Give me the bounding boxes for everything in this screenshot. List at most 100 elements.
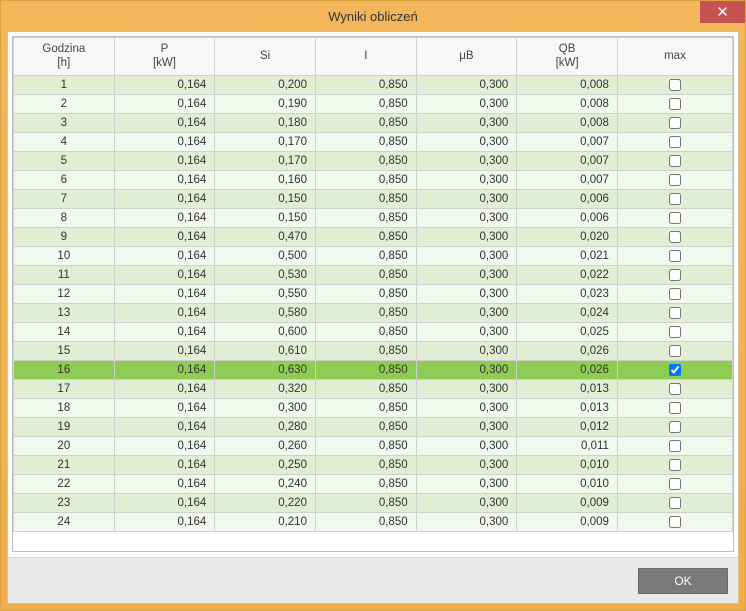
- max-checkbox[interactable]: [669, 421, 681, 433]
- table-row[interactable]: 170,1640,3200,8500,3000,013: [14, 379, 733, 398]
- cell-ub: 0,300: [416, 265, 517, 284]
- cell-hour: 11: [14, 265, 115, 284]
- max-checkbox[interactable]: [669, 307, 681, 319]
- cell-ub: 0,300: [416, 208, 517, 227]
- max-checkbox[interactable]: [669, 345, 681, 357]
- cell-max: [617, 246, 732, 265]
- col-ub[interactable]: μB: [416, 38, 517, 76]
- max-checkbox[interactable]: [669, 117, 681, 129]
- cell-ub: 0,300: [416, 246, 517, 265]
- footer-bar: OK: [8, 557, 738, 603]
- cell-i: 0,850: [315, 132, 416, 151]
- cell-max: [617, 265, 732, 284]
- table-row[interactable]: 100,1640,5000,8500,3000,021: [14, 246, 733, 265]
- close-button[interactable]: ✕: [700, 1, 745, 23]
- cell-si: 0,320: [215, 379, 316, 398]
- max-checkbox[interactable]: [669, 383, 681, 395]
- col-si[interactable]: Si: [215, 38, 316, 76]
- cell-qb: 0,021: [517, 246, 618, 265]
- max-checkbox[interactable]: [669, 402, 681, 414]
- table-row[interactable]: 30,1640,1800,8500,3000,008: [14, 113, 733, 132]
- table-row[interactable]: 60,1640,1600,8500,3000,007: [14, 170, 733, 189]
- max-checkbox[interactable]: [669, 98, 681, 110]
- cell-hour: 20: [14, 436, 115, 455]
- table-row[interactable]: 200,1640,2600,8500,3000,011: [14, 436, 733, 455]
- max-checkbox[interactable]: [669, 516, 681, 528]
- cell-qb: 0,026: [517, 341, 618, 360]
- cell-hour: 23: [14, 493, 115, 512]
- cell-i: 0,850: [315, 170, 416, 189]
- max-checkbox[interactable]: [669, 136, 681, 148]
- table-row[interactable]: 40,1640,1700,8500,3000,007: [14, 132, 733, 151]
- max-checkbox[interactable]: [669, 364, 681, 376]
- cell-hour: 14: [14, 322, 115, 341]
- table-row[interactable]: 80,1640,1500,8500,3000,006: [14, 208, 733, 227]
- cell-hour: 7: [14, 189, 115, 208]
- table-row[interactable]: 180,1640,3000,8500,3000,013: [14, 398, 733, 417]
- table-row[interactable]: 210,1640,2500,8500,3000,010: [14, 455, 733, 474]
- table-row[interactable]: 120,1640,5500,8500,3000,023: [14, 284, 733, 303]
- cell-qb: 0,022: [517, 265, 618, 284]
- table-row[interactable]: 240,1640,2100,8500,3000,009: [14, 512, 733, 531]
- cell-max: [617, 379, 732, 398]
- table-row[interactable]: 110,1640,5300,8500,3000,022: [14, 265, 733, 284]
- table-row[interactable]: 50,1640,1700,8500,3000,007: [14, 151, 733, 170]
- table-row[interactable]: 10,1640,2000,8500,3000,008: [14, 75, 733, 94]
- max-checkbox[interactable]: [669, 288, 681, 300]
- col-max[interactable]: max: [617, 38, 732, 76]
- max-checkbox[interactable]: [669, 459, 681, 471]
- max-checkbox[interactable]: [669, 193, 681, 205]
- table-row[interactable]: 20,1640,1900,8500,3000,008: [14, 94, 733, 113]
- cell-hour: 24: [14, 512, 115, 531]
- ok-button[interactable]: OK: [638, 568, 728, 594]
- cell-max: [617, 436, 732, 455]
- table-row[interactable]: 220,1640,2400,8500,3000,010: [14, 474, 733, 493]
- col-i-label: I: [364, 50, 367, 62]
- table-row[interactable]: 190,1640,2800,8500,3000,012: [14, 417, 733, 436]
- col-p[interactable]: P[kW]: [114, 38, 215, 76]
- cell-i: 0,850: [315, 474, 416, 493]
- max-checkbox[interactable]: [669, 155, 681, 167]
- table-row[interactable]: 70,1640,1500,8500,3000,006: [14, 189, 733, 208]
- max-checkbox[interactable]: [669, 497, 681, 509]
- cell-ub: 0,300: [416, 398, 517, 417]
- max-checkbox[interactable]: [669, 269, 681, 281]
- content-area: Godzina[h] P[kW] Si I μB QB[kW] max 10,1…: [7, 31, 739, 604]
- cell-p: 0,164: [114, 151, 215, 170]
- cell-ub: 0,300: [416, 284, 517, 303]
- max-checkbox[interactable]: [669, 326, 681, 338]
- cell-si: 0,200: [215, 75, 316, 94]
- cell-si: 0,240: [215, 474, 316, 493]
- cell-ub: 0,300: [416, 75, 517, 94]
- max-checkbox[interactable]: [669, 174, 681, 186]
- col-qb[interactable]: QB[kW]: [517, 38, 618, 76]
- table-row[interactable]: 90,1640,4700,8500,3000,020: [14, 227, 733, 246]
- col-hour[interactable]: Godzina[h]: [14, 38, 115, 76]
- cell-qb: 0,007: [517, 170, 618, 189]
- table-row[interactable]: 140,1640,6000,8500,3000,025: [14, 322, 733, 341]
- cell-max: [617, 341, 732, 360]
- cell-qb: 0,011: [517, 436, 618, 455]
- cell-i: 0,850: [315, 189, 416, 208]
- cell-qb: 0,008: [517, 75, 618, 94]
- max-checkbox[interactable]: [669, 212, 681, 224]
- cell-hour: 15: [14, 341, 115, 360]
- col-si-label: Si: [260, 50, 270, 62]
- cell-si: 0,260: [215, 436, 316, 455]
- table-row[interactable]: 150,1640,6100,8500,3000,026: [14, 341, 733, 360]
- max-checkbox[interactable]: [669, 231, 681, 243]
- cell-qb: 0,013: [517, 379, 618, 398]
- max-checkbox[interactable]: [669, 440, 681, 452]
- table-row[interactable]: 130,1640,5800,8500,3000,024: [14, 303, 733, 322]
- col-i[interactable]: I: [315, 38, 416, 76]
- cell-hour: 4: [14, 132, 115, 151]
- table-row[interactable]: 230,1640,2200,8500,3000,009: [14, 493, 733, 512]
- table-row[interactable]: 160,1640,6300,8500,3000,026: [14, 360, 733, 379]
- cell-i: 0,850: [315, 398, 416, 417]
- max-checkbox[interactable]: [669, 79, 681, 91]
- cell-hour: 13: [14, 303, 115, 322]
- cell-p: 0,164: [114, 284, 215, 303]
- max-checkbox[interactable]: [669, 478, 681, 490]
- cell-hour: 21: [14, 455, 115, 474]
- max-checkbox[interactable]: [669, 250, 681, 262]
